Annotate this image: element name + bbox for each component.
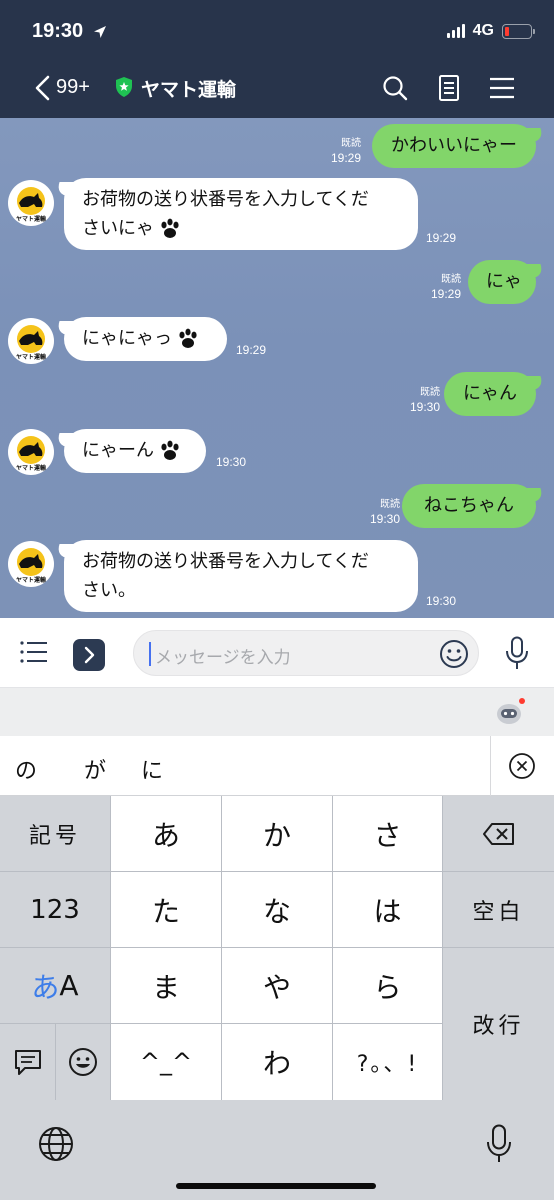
paw-icon [179, 328, 197, 348]
input-mode-key[interactable]: あA [0, 948, 110, 1023]
paw-icon [161, 440, 179, 460]
expand-chevron-icon [84, 646, 95, 664]
outgoing-message[interactable]: にゃん [444, 372, 536, 416]
incoming-message[interactable]: にゃにゃっ [64, 317, 227, 361]
candidate-word[interactable]: が [84, 753, 106, 785]
kana-key-a[interactable]: あ [111, 796, 221, 871]
battery-icon [502, 23, 535, 39]
yamato-cat-logo-icon: ヤマト運輸 [16, 325, 47, 361]
kaomoji-key[interactable]: ^_^ [111, 1024, 221, 1100]
chat-header: 19:30 4G 99+ ヤマト運輸 [0, 0, 554, 118]
incoming-message[interactable]: にゃーん [64, 429, 206, 473]
kana-key-ma[interactable]: ま [111, 948, 221, 1023]
kana-key-ka[interactable]: か [222, 796, 332, 871]
kana-key-sa[interactable]: さ [333, 796, 442, 871]
comment-key[interactable] [0, 1024, 55, 1100]
numbers-key[interactable]: 123 [0, 872, 110, 947]
list-menu-icon[interactable] [19, 637, 49, 667]
message-meta: 既読 19:29 [430, 274, 461, 301]
symbols-key[interactable]: 記号 [0, 796, 110, 871]
incoming-message[interactable]: お荷物の送り状番号を入力してくだ さい。 [64, 540, 418, 612]
dictation-microphone-icon[interactable] [486, 1124, 512, 1164]
svg-text:ヤマト運輸: ヤマト運輸 [16, 215, 47, 223]
location-arrow-icon [94, 26, 106, 38]
robot-icon[interactable] [494, 696, 526, 728]
delete-key[interactable] [443, 796, 554, 871]
outgoing-message[interactable]: ねこちゃん [402, 484, 536, 528]
kana-key-ra[interactable]: ら [333, 948, 442, 1023]
status-time: 19:30 [32, 20, 84, 42]
avatar[interactable]: ヤマト運輸 [8, 541, 54, 587]
message-time: 19:30 [216, 455, 247, 469]
chat-title: ヤマト運輸 [141, 79, 237, 101]
search-icon[interactable] [381, 74, 409, 102]
keyboard: 記号 あ か さ 123 た な は 空白 あA ま や ら 改行 ^_^ わ … [0, 796, 554, 1100]
expand-button[interactable] [73, 639, 105, 671]
home-indicator[interactable] [176, 1183, 376, 1189]
kana-key-ha[interactable]: は [333, 872, 442, 947]
notes-icon[interactable] [435, 74, 463, 102]
candidate-bar: の が に [0, 736, 554, 796]
outgoing-message[interactable]: にゃ [468, 260, 536, 304]
message-meta: 既読 19:30 [369, 499, 400, 526]
emoji-key[interactable] [56, 1024, 110, 1100]
svg-text:ヤマト運輸: ヤマト運輸 [16, 353, 47, 361]
hamburger-menu-icon[interactable] [488, 74, 516, 102]
paw-icon [161, 218, 179, 238]
comment-icon [14, 1050, 41, 1075]
incoming-message[interactable]: お荷物の送り状番号を入力してくだ さいにゃ [64, 178, 418, 250]
kana-key-wa[interactable]: わ [222, 1024, 332, 1100]
svg-text:ヤマト運輸: ヤマト運輸 [16, 576, 47, 584]
message-input[interactable]: メッセージを入力 [133, 630, 479, 676]
kana-key-ya[interactable]: や [222, 948, 332, 1023]
outgoing-message[interactable]: かわいいにゃー [372, 124, 536, 168]
message-time: 19:29 [426, 231, 457, 245]
network-type: 4G [472, 22, 494, 39]
yamato-cat-logo-icon: ヤマト運輸 [16, 548, 47, 584]
message-input-placeholder: メッセージを入力 [155, 648, 291, 668]
microphone-icon[interactable] [505, 636, 529, 670]
text-caret [149, 642, 151, 666]
kana-key-na[interactable]: な [222, 872, 332, 947]
avatar[interactable]: ヤマト運輸 [8, 318, 54, 364]
svg-text:ヤマト運輸: ヤマト運輸 [16, 464, 47, 472]
delete-key-icon [482, 822, 514, 845]
message-time: 19:30 [426, 594, 457, 608]
verified-shield-icon [116, 77, 132, 97]
message-meta: 既読 19:30 [409, 387, 440, 414]
message-meta: 既読 19:29 [330, 138, 361, 165]
globe-icon[interactable] [37, 1125, 75, 1163]
keyboard-toolbar [0, 688, 554, 736]
emoji-icon[interactable] [438, 638, 470, 670]
status-indicators: 4G [446, 22, 535, 40]
yamato-cat-logo-icon: ヤマト運輸 [16, 436, 47, 472]
kana-key-ta[interactable]: た [111, 872, 221, 947]
smiley-key-icon [69, 1048, 97, 1076]
avatar[interactable]: ヤマト運輸 [8, 429, 54, 475]
keyboard-bottom-bar [0, 1100, 554, 1200]
chat-area[interactable]: かわいいにゃー 既読 19:29 ヤマト運輸 お荷物の送り状番号を入力してくだ さ… [0, 118, 554, 618]
message-time: 19:29 [236, 343, 267, 357]
signal-icon [446, 24, 465, 38]
back-chevron-icon[interactable] [34, 75, 51, 101]
space-key[interactable]: 空白 [443, 872, 554, 947]
clear-icon[interactable] [508, 752, 536, 780]
divider [490, 736, 491, 796]
unread-count[interactable]: 99+ [56, 76, 90, 99]
candidate-word[interactable]: の [15, 753, 37, 785]
punctuation-key[interactable]: ?。、! [333, 1024, 442, 1100]
yamato-cat-logo-icon: ヤマト運輸 [16, 187, 47, 223]
return-key[interactable]: 改行 [443, 948, 554, 1100]
candidate-word[interactable]: に [141, 753, 163, 785]
avatar[interactable]: ヤマト運輸 [8, 180, 54, 226]
message-input-bar: メッセージを入力 [0, 618, 554, 688]
